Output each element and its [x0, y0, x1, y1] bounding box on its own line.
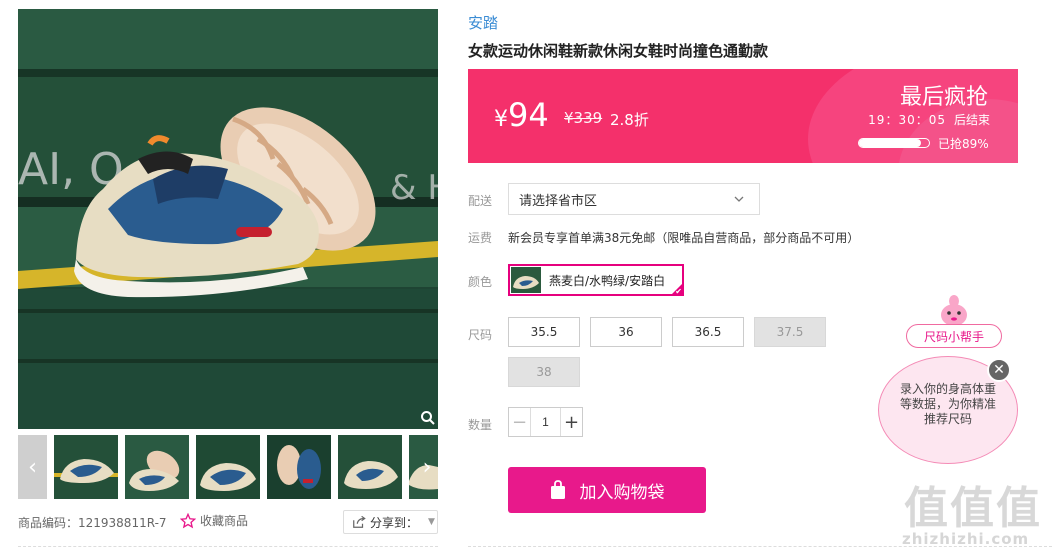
sold-percent-label: 已抢89%: [938, 137, 989, 151]
shipping-info: 新会员专享首单满38元免邮（限唯品自营商品，部分商品不可用）: [508, 231, 860, 245]
thumbnail-item[interactable]: [267, 435, 331, 499]
main-product-image[interactable]: AI, O & H: [18, 9, 438, 429]
add-to-cart-button[interactable]: 加入购物袋: [508, 467, 706, 513]
color-option-name: 燕麦白/水鸭绿/安踏白: [549, 273, 666, 288]
size-option-36-5[interactable]: 36.5: [672, 317, 744, 347]
zoom-icon[interactable]: [420, 410, 436, 426]
caret-down-icon: ▼: [428, 517, 435, 527]
brand-link[interactable]: 安踏: [468, 12, 498, 33]
size-option-36[interactable]: 36: [590, 317, 662, 347]
thumbnail-strip: ‹ ›: [18, 435, 438, 499]
close-icon[interactable]: ✕: [987, 358, 1011, 382]
delivery-placeholder: 请选择省市区: [519, 193, 598, 209]
sold-progress-bar: [858, 138, 930, 148]
divider: [18, 546, 438, 547]
thumbnail-prev-button[interactable]: ‹: [18, 435, 47, 499]
product-title: 女款运动休闲鞋新款休闲女鞋时尚撞色通勤款: [468, 42, 769, 60]
currency-symbol: ¥: [494, 107, 508, 132]
size-option-38: 38: [508, 357, 580, 387]
add-to-cart-label: 加入购物袋: [579, 482, 665, 503]
favorite-button[interactable]: 收藏商品: [180, 512, 248, 529]
countdown-value: 19：30：05: [868, 113, 946, 127]
countdown-timer: 19：30：05 后结束: [868, 111, 990, 128]
color-option-selected[interactable]: 燕麦白/水鸭绿/安踏白 ✔: [508, 264, 684, 296]
gallery-info-row: 商品编码：121938811R-7 收藏商品 分享到： ▼: [18, 510, 438, 534]
svg-text:& H: & H: [390, 168, 438, 208]
size-option-37-5: 37.5: [754, 317, 826, 347]
favorite-label: 收藏商品: [200, 514, 249, 528]
watermark-logo: 值值值: [904, 483, 1042, 534]
size-helper-button[interactable]: 尺码小帮手: [906, 324, 1002, 348]
thumbnail-item[interactable]: [196, 435, 260, 499]
chevron-left-icon: ‹: [28, 454, 37, 480]
sku-code: 商品编码：121938811R-7: [18, 516, 167, 530]
share-icon: [353, 515, 366, 528]
chevron-right-icon: ›: [422, 454, 432, 480]
watermark: 值值值 zhizhizhi.com: [900, 472, 1050, 556]
quantity-decrease-button[interactable]: −: [509, 408, 531, 436]
original-price: ¥339: [564, 109, 603, 127]
chevron-down-icon: [734, 196, 744, 202]
share-label: 分享到：: [370, 515, 419, 530]
share-dropdown[interactable]: 分享到： ▼: [343, 510, 438, 534]
size-label: 尺码: [468, 328, 493, 342]
thumbnail-item[interactable]: [54, 435, 118, 499]
shipping-label: 运费: [468, 231, 493, 245]
sold-progress-fill: [859, 139, 922, 147]
color-swatch-image: [511, 267, 541, 293]
shopping-bag-icon: [550, 480, 565, 499]
thumbnail-item[interactable]: [125, 435, 189, 499]
watermark-url: zhizhizhi.com: [902, 530, 1030, 548]
quantity-stepper: − +: [508, 407, 583, 437]
star-icon: [180, 512, 196, 528]
checkmark-icon: ✔: [675, 287, 682, 296]
thumbnail-next-button[interactable]: ›: [416, 454, 438, 480]
countdown-suffix: 后结束: [953, 113, 990, 127]
quantity-input[interactable]: [531, 408, 560, 436]
delivery-label: 配送: [468, 194, 493, 208]
thumbnail-item[interactable]: [338, 435, 402, 499]
current-price: ¥ 94: [494, 96, 549, 134]
quantity-increase-button[interactable]: +: [560, 408, 582, 436]
flash-sale-title: 最后疯抢: [899, 85, 988, 110]
size-helper-widget: 尺码小帮手 录入你的身高体重等数据，为你精准推荐尺码 ✕: [876, 290, 1026, 470]
size-helper-text: 录入你的身高体重等数据，为你精准推荐尺码: [899, 382, 996, 426]
color-label: 颜色: [468, 275, 493, 289]
mascot-icon: [941, 295, 967, 326]
price-banner: ¥ 94 ¥339 2.8折 最后疯抢 19：30：05 后结束 已抢89%: [468, 69, 1018, 163]
discount-rate: 2.8折: [610, 111, 649, 129]
quantity-label: 数量: [468, 418, 493, 432]
size-option-35-5[interactable]: 35.5: [508, 317, 580, 347]
current-price-value: 94: [508, 96, 549, 134]
delivery-region-select[interactable]: 请选择省市区: [508, 183, 760, 215]
